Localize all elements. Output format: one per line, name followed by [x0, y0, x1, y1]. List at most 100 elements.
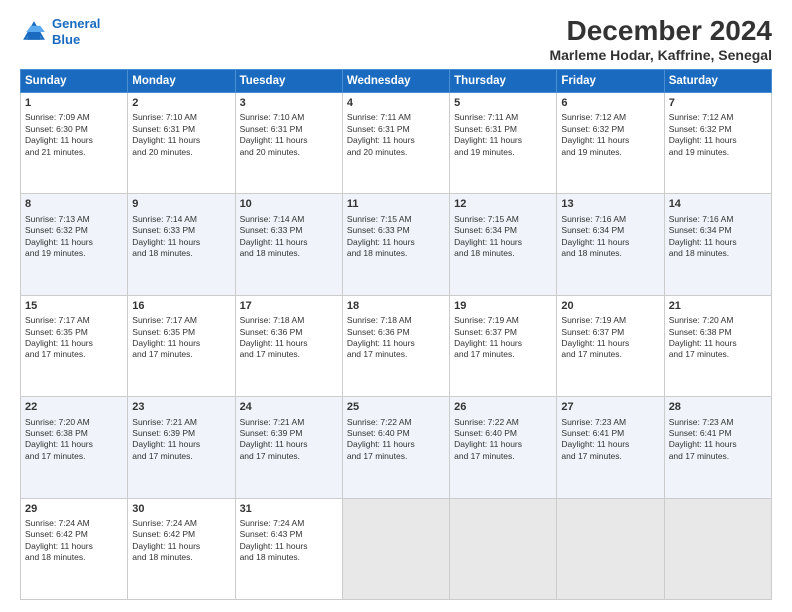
table-row: 13 Sunrise: 7:16 AMSunset: 6:34 PMDayligh… — [557, 194, 664, 295]
cell-text: Sunrise: 7:24 AMSunset: 6:42 PMDaylight:… — [25, 518, 123, 564]
day-number: 12 — [454, 197, 552, 212]
day-number: 7 — [669, 96, 767, 111]
col-thursday: Thursday — [450, 69, 557, 92]
table-row — [664, 498, 771, 599]
day-number: 6 — [561, 96, 659, 111]
cell-text: Sunrise: 7:17 AMSunset: 6:35 PMDaylight:… — [132, 315, 230, 361]
day-number: 20 — [561, 299, 659, 314]
table-row: 24Sunrise: 7:21 AMSunset: 6:39 PMDayligh… — [235, 397, 342, 498]
day-number: 2 — [132, 96, 230, 111]
table-row — [557, 498, 664, 599]
table-row: 20Sunrise: 7:19 AMSunset: 6:37 PMDayligh… — [557, 295, 664, 396]
table-row: 15Sunrise: 7:17 AMSunset: 6:35 PMDayligh… — [21, 295, 128, 396]
day-number: 30 — [132, 502, 230, 517]
col-saturday: Saturday — [664, 69, 771, 92]
calendar-week-2: 8 Sunrise: 7:13 AMSunset: 6:32 PMDaylight… — [21, 194, 772, 295]
header-row: Sunday Monday Tuesday Wednesday Thursday… — [21, 69, 772, 92]
calendar-table: Sunday Monday Tuesday Wednesday Thursday… — [20, 69, 772, 600]
day-number: 16 — [132, 299, 230, 314]
day-number: 21 — [669, 299, 767, 314]
day-number: 23 — [132, 400, 230, 415]
cell-text: Sunrise: 7:24 AMSunset: 6:42 PMDaylight:… — [132, 518, 230, 564]
cell-text: Sunrise: 7:20 AMSunset: 6:38 PMDaylight:… — [25, 417, 123, 463]
day-number: 22 — [25, 400, 123, 415]
cell-text: Sunrise: 7:10 AMSunset: 6:31 PMDaylight:… — [240, 112, 338, 158]
cell-text: Sunrise: 7:13 AMSunset: 6:32 PMDaylight:… — [25, 214, 123, 260]
title-block: December 2024 Marleme Hodar, Kaffrine, S… — [549, 16, 772, 63]
table-row: 9 Sunrise: 7:14 AMSunset: 6:33 PMDaylight… — [128, 194, 235, 295]
day-number: 8 — [25, 197, 123, 212]
cell-text: Sunrise: 7:22 AMSunset: 6:40 PMDaylight:… — [347, 417, 445, 463]
table-row: 2Sunrise: 7:10 AMSunset: 6:31 PMDaylight… — [128, 92, 235, 193]
day-number: 25 — [347, 400, 445, 415]
cell-text: Sunrise: 7:16 AMSunset: 6:34 PMDaylight:… — [561, 214, 659, 260]
header: General Blue December 2024 Marleme Hodar… — [20, 16, 772, 63]
day-number: 15 — [25, 299, 123, 314]
day-number: 10 — [240, 197, 338, 212]
cell-text: Sunrise: 7:22 AMSunset: 6:40 PMDaylight:… — [454, 417, 552, 463]
table-row: 4Sunrise: 7:11 AMSunset: 6:31 PMDaylight… — [342, 92, 449, 193]
cell-text: Sunrise: 7:24 AMSunset: 6:43 PMDaylight:… — [240, 518, 338, 564]
table-row: 3Sunrise: 7:10 AMSunset: 6:31 PMDaylight… — [235, 92, 342, 193]
col-monday: Monday — [128, 69, 235, 92]
table-row: 27 Sunrise: 7:23 AMSunset: 6:41 PMDayligh… — [557, 397, 664, 498]
table-row: 23 Sunrise: 7:21 AMSunset: 6:39 PMDayligh… — [128, 397, 235, 498]
table-row: 10 Sunrise: 7:14 AMSunset: 6:33 PMDayligh… — [235, 194, 342, 295]
day-number: 26 — [454, 400, 552, 415]
day-number: 13 — [561, 197, 659, 212]
page-title: December 2024 — [549, 16, 772, 47]
day-number: 1 — [25, 96, 123, 111]
day-number: 18 — [347, 299, 445, 314]
cell-text: Sunrise: 7:10 AMSunset: 6:31 PMDaylight:… — [132, 112, 230, 158]
table-row: 30Sunrise: 7:24 AMSunset: 6:42 PMDayligh… — [128, 498, 235, 599]
cell-text: Sunrise: 7:21 AMSunset: 6:39 PMDaylight:… — [240, 417, 338, 463]
cell-text: Sunrise: 7:23 AMSunset: 6:41 PMDaylight:… — [561, 417, 659, 463]
table-row: 1Sunrise: 7:09 AMSunset: 6:30 PMDaylight… — [21, 92, 128, 193]
cell-text: Sunrise: 7:23 AMSunset: 6:41 PMDaylight:… — [669, 417, 767, 463]
day-number: 14 — [669, 197, 767, 212]
logo: General Blue — [20, 16, 100, 47]
col-wednesday: Wednesday — [342, 69, 449, 92]
calendar-week-5: 29Sunrise: 7:24 AMSunset: 6:42 PMDayligh… — [21, 498, 772, 599]
cell-text: Sunrise: 7:21 AMSunset: 6:39 PMDaylight:… — [132, 417, 230, 463]
cell-text: Sunrise: 7:19 AMSunset: 6:37 PMDaylight:… — [454, 315, 552, 361]
table-row: 5Sunrise: 7:11 AMSunset: 6:31 PMDaylight… — [450, 92, 557, 193]
table-row: 26 Sunrise: 7:22 AMSunset: 6:40 PMDayligh… — [450, 397, 557, 498]
cell-text: Sunrise: 7:14 AMSunset: 6:33 PMDaylight:… — [132, 214, 230, 260]
day-number: 11 — [347, 197, 445, 212]
table-row: 12Sunrise: 7:15 AMSunset: 6:34 PMDayligh… — [450, 194, 557, 295]
calendar-week-1: 1Sunrise: 7:09 AMSunset: 6:30 PMDaylight… — [21, 92, 772, 193]
day-number: 28 — [669, 400, 767, 415]
table-row: 17Sunrise: 7:18 AMSunset: 6:36 PMDayligh… — [235, 295, 342, 396]
table-row: 14 Sunrise: 7:16 AMSunset: 6:34 PMDayligh… — [664, 194, 771, 295]
table-row: 7Sunrise: 7:12 AMSunset: 6:32 PMDaylight… — [664, 92, 771, 193]
logo-icon — [20, 18, 48, 46]
cell-text: Sunrise: 7:11 AMSunset: 6:31 PMDaylight:… — [454, 112, 552, 158]
table-row: 19Sunrise: 7:19 AMSunset: 6:37 PMDayligh… — [450, 295, 557, 396]
table-row: 8 Sunrise: 7:13 AMSunset: 6:32 PMDaylight… — [21, 194, 128, 295]
calendar-header: Sunday Monday Tuesday Wednesday Thursday… — [21, 69, 772, 92]
day-number: 3 — [240, 96, 338, 111]
cell-text: Sunrise: 7:18 AMSunset: 6:36 PMDaylight:… — [240, 315, 338, 361]
cell-text: Sunrise: 7:20 AMSunset: 6:38 PMDaylight:… — [669, 315, 767, 361]
cell-text: Sunrise: 7:17 AMSunset: 6:35 PMDaylight:… — [25, 315, 123, 361]
cell-text: Sunrise: 7:16 AMSunset: 6:34 PMDaylight:… — [669, 214, 767, 260]
calendar-body: 1Sunrise: 7:09 AMSunset: 6:30 PMDaylight… — [21, 92, 772, 599]
page-subtitle: Marleme Hodar, Kaffrine, Senegal — [549, 47, 772, 63]
cell-text: Sunrise: 7:11 AMSunset: 6:31 PMDaylight:… — [347, 112, 445, 158]
cell-text: Sunrise: 7:18 AMSunset: 6:36 PMDaylight:… — [347, 315, 445, 361]
table-row — [342, 498, 449, 599]
cell-text: Sunrise: 7:15 AMSunset: 6:33 PMDaylight:… — [347, 214, 445, 260]
table-row: 16Sunrise: 7:17 AMSunset: 6:35 PMDayligh… — [128, 295, 235, 396]
cell-text: Sunrise: 7:14 AMSunset: 6:33 PMDaylight:… — [240, 214, 338, 260]
table-row: 25 Sunrise: 7:22 AMSunset: 6:40 PMDayligh… — [342, 397, 449, 498]
col-tuesday: Tuesday — [235, 69, 342, 92]
day-number: 31 — [240, 502, 338, 517]
day-number: 9 — [132, 197, 230, 212]
day-number: 27 — [561, 400, 659, 415]
table-row: 29Sunrise: 7:24 AMSunset: 6:42 PMDayligh… — [21, 498, 128, 599]
calendar-week-4: 22 Sunrise: 7:20 AMSunset: 6:38 PMDayligh… — [21, 397, 772, 498]
day-number: 17 — [240, 299, 338, 314]
day-number: 19 — [454, 299, 552, 314]
calendar-week-3: 15Sunrise: 7:17 AMSunset: 6:35 PMDayligh… — [21, 295, 772, 396]
